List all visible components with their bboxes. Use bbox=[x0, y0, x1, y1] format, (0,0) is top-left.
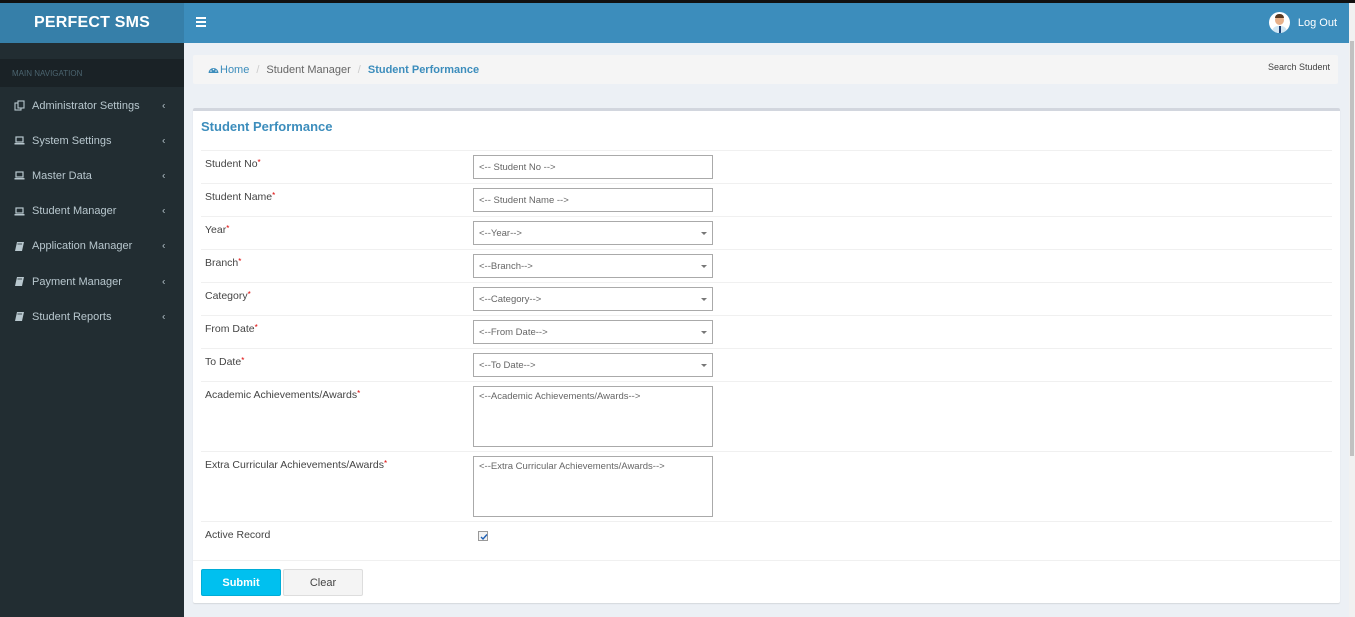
student-no-placeholder: <-- Student No --> bbox=[479, 161, 556, 173]
dropdown-caret-icon bbox=[701, 265, 707, 268]
breadcrumb-student-manager[interactable]: Student Manager bbox=[266, 64, 350, 76]
scrollbar-thumb[interactable] bbox=[1350, 41, 1354, 456]
academic-achievements-placeholder: <--Academic Achievements/Awards--> bbox=[479, 391, 641, 402]
from-date-select[interactable]: <--From Date--> bbox=[473, 320, 713, 344]
dropdown-caret-icon bbox=[701, 364, 707, 367]
form-row-branch: Branch* <--Branch--> bbox=[201, 249, 1332, 282]
checkmark-icon bbox=[480, 534, 488, 541]
branch-select[interactable]: <--Branch--> bbox=[473, 254, 713, 278]
chevron-left-icon: ‹ bbox=[162, 240, 166, 252]
book-icon bbox=[14, 241, 25, 252]
top-navbar: Log Out bbox=[184, 3, 1349, 43]
sidebar-item-label: System Settings bbox=[32, 134, 112, 147]
sidebar-item-student-reports[interactable]: Student Reports ‹ bbox=[0, 299, 184, 334]
sidebar-item-administrator-settings[interactable]: Administrator Settings ‹ bbox=[0, 88, 184, 123]
sidebar-item-label: Student Reports bbox=[32, 310, 112, 323]
extra-curricular-achievements-placeholder: <--Extra Curricular Achievements/Awards-… bbox=[479, 461, 665, 472]
chevron-left-icon: ‹ bbox=[162, 276, 166, 288]
hamburger-icon[interactable] bbox=[196, 17, 206, 27]
sidebar-item-payment-manager[interactable]: Payment Manager ‹ bbox=[0, 264, 184, 299]
field-label: Branch* bbox=[205, 257, 242, 269]
dropdown-caret-icon bbox=[701, 298, 707, 301]
form-row-from-date: From Date* <--From Date--> bbox=[201, 315, 1332, 348]
branch-selected-value: <--Branch--> bbox=[479, 260, 533, 272]
category-select[interactable]: <--Category--> bbox=[473, 287, 713, 311]
breadcrumb-separator: / bbox=[357, 63, 361, 76]
sidebar-item-system-settings[interactable]: System Settings ‹ bbox=[0, 123, 184, 158]
clear-button[interactable]: Clear bbox=[283, 569, 363, 596]
field-label: From Date* bbox=[205, 323, 258, 335]
field-label: Student Name* bbox=[205, 191, 276, 203]
form-row-to-date: To Date* <--To Date--> bbox=[201, 348, 1332, 381]
sidebar-item-label: Administrator Settings bbox=[32, 99, 140, 112]
sidebar-item-label: Master Data bbox=[32, 169, 92, 182]
laptop-icon bbox=[14, 170, 25, 181]
academic-achievements-textarea[interactable]: <--Academic Achievements/Awards--> bbox=[473, 386, 713, 447]
student-name-input[interactable]: <-- Student Name --> bbox=[473, 188, 713, 212]
field-label: To Date* bbox=[205, 356, 245, 368]
copy-icon bbox=[14, 100, 25, 111]
breadcrumb: Home / Student Manager / Student Perform… bbox=[193, 55, 1338, 84]
breadcrumb-separator: / bbox=[256, 63, 260, 76]
student-performance-form: Student No* <-- Student No --> Student N… bbox=[201, 150, 1332, 557]
breadcrumb-home[interactable]: Home bbox=[208, 64, 249, 76]
breadcrumb-home-label: Home bbox=[220, 63, 250, 76]
app-logo[interactable]: PERFECT SMS bbox=[0, 3, 184, 43]
year-select[interactable]: <--Year--> bbox=[473, 221, 713, 245]
sidebar-item-label: Payment Manager bbox=[32, 275, 122, 288]
form-footer-divider bbox=[193, 560, 1340, 561]
form-row-academic-achievements: Academic Achievements/Awards* <--Academi… bbox=[201, 381, 1332, 451]
student-no-input[interactable]: <-- Student No --> bbox=[473, 155, 713, 179]
dropdown-caret-icon bbox=[701, 331, 707, 334]
active-record-checkbox[interactable] bbox=[478, 531, 488, 541]
page-scrollbar[interactable] bbox=[1349, 3, 1355, 617]
dashboard-icon bbox=[208, 67, 219, 73]
user-avatar-icon bbox=[1268, 12, 1290, 33]
sidebar-menu: Administrator Settings ‹ System Settings… bbox=[0, 88, 184, 334]
page-title: Student Performance bbox=[201, 119, 333, 134]
chevron-left-icon: ‹ bbox=[162, 100, 166, 112]
field-label: Academic Achievements/Awards* bbox=[205, 389, 361, 401]
form-row-active-record: Active Record bbox=[201, 521, 1332, 557]
sidebar-item-application-manager[interactable]: Application Manager ‹ bbox=[0, 229, 184, 264]
sidebar: MAIN NAVIGATION Administrator Settings ‹… bbox=[0, 43, 184, 617]
from-date-selected-value: <--From Date--> bbox=[479, 326, 548, 338]
field-label: Category* bbox=[205, 290, 251, 302]
form-row-extra-curricular-achievements: Extra Curricular Achievements/Awards* <-… bbox=[201, 451, 1332, 521]
book-icon bbox=[14, 276, 25, 287]
field-label: Extra Curricular Achievements/Awards* bbox=[205, 459, 388, 471]
logout-button[interactable]: Log Out bbox=[1268, 12, 1337, 33]
to-date-select[interactable]: <--To Date--> bbox=[473, 353, 713, 377]
laptop-icon bbox=[14, 206, 25, 217]
chevron-left-icon: ‹ bbox=[162, 170, 166, 182]
sidebar-section-header: MAIN NAVIGATION bbox=[0, 59, 184, 87]
laptop-icon bbox=[14, 135, 25, 146]
year-selected-value: <--Year--> bbox=[479, 227, 522, 239]
sidebar-item-label: Application Manager bbox=[32, 240, 133, 253]
student-name-placeholder: <-- Student Name --> bbox=[479, 194, 569, 206]
book-icon bbox=[14, 311, 25, 322]
search-student-link[interactable]: Search Student bbox=[1268, 62, 1330, 72]
sidebar-item-student-manager[interactable]: Student Manager ‹ bbox=[0, 194, 184, 229]
form-row-student-name: Student Name* <-- Student Name --> bbox=[201, 183, 1332, 216]
submit-button[interactable]: Submit bbox=[201, 569, 281, 596]
student-performance-panel: Student Performance Student No* <-- Stud… bbox=[193, 108, 1340, 603]
chevron-left-icon: ‹ bbox=[162, 135, 166, 147]
dropdown-caret-icon bbox=[701, 232, 707, 235]
extra-curricular-achievements-textarea[interactable]: <--Extra Curricular Achievements/Awards-… bbox=[473, 456, 713, 517]
field-label: Year* bbox=[205, 224, 230, 236]
field-label: Active Record bbox=[205, 529, 271, 541]
sidebar-item-label: Student Manager bbox=[32, 205, 117, 218]
chevron-left-icon: ‹ bbox=[162, 205, 166, 217]
category-selected-value: <--Category--> bbox=[479, 293, 542, 305]
field-label: Student No* bbox=[205, 158, 261, 170]
form-row-year: Year* <--Year--> bbox=[201, 216, 1332, 249]
breadcrumb-current: Student Performance bbox=[367, 63, 480, 76]
form-row-student-no: Student No* <-- Student No --> bbox=[201, 150, 1332, 183]
logout-label: Log Out bbox=[1297, 16, 1337, 29]
chevron-left-icon: ‹ bbox=[162, 311, 166, 323]
form-row-category: Category* <--Category--> bbox=[201, 282, 1332, 315]
to-date-selected-value: <--To Date--> bbox=[479, 359, 536, 371]
sidebar-item-master-data[interactable]: Master Data ‹ bbox=[0, 158, 184, 193]
